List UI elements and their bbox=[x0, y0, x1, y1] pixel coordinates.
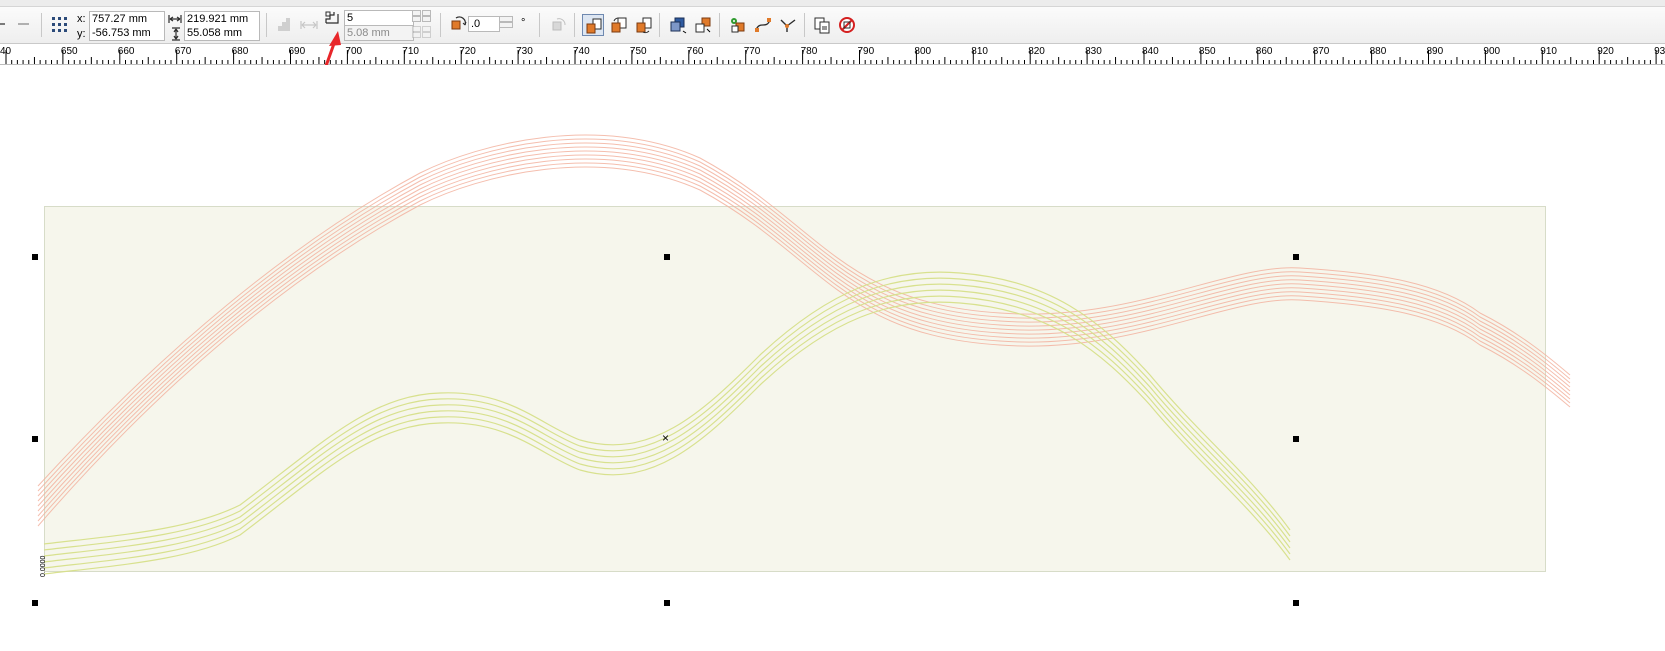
ruler-label: 670 bbox=[175, 46, 192, 57]
blend-steps-field[interactable]: 5 bbox=[344, 10, 414, 26]
orange-blend-curve bbox=[37, 154, 1571, 512]
orange-blend-curve bbox=[37, 146, 1571, 502]
ruler-label: 700 bbox=[345, 46, 362, 57]
ruler-label: 770 bbox=[744, 46, 761, 57]
x-label: x: bbox=[77, 13, 86, 25]
ruler-label: 830 bbox=[1085, 46, 1102, 57]
toolbar-separator bbox=[804, 13, 805, 37]
ruler-label: 810 bbox=[971, 46, 988, 57]
path-properties-icon[interactable] bbox=[752, 14, 774, 36]
ruler-label: 840 bbox=[1142, 46, 1159, 57]
object-color-acceleration-icon[interactable] bbox=[667, 14, 689, 36]
ruler-label: 40 bbox=[0, 46, 12, 57]
clear-blend-icon[interactable] bbox=[836, 14, 858, 36]
direct-blend-button[interactable] bbox=[582, 14, 604, 36]
offset-spinner-alt[interactable] bbox=[422, 26, 431, 40]
ruler-label: 660 bbox=[118, 46, 135, 57]
blend-acceleration-icon[interactable] bbox=[692, 14, 714, 36]
clockwise-blend-button[interactable] bbox=[608, 14, 630, 36]
ruler-label: 890 bbox=[1427, 46, 1444, 57]
property-bar: x: y: 757.27 mm -56.753 mm 219.921 mm 55… bbox=[0, 7, 1665, 44]
toolbar-separator bbox=[539, 13, 540, 37]
orange-blend-curve bbox=[37, 138, 1571, 492]
ruler-label: 650 bbox=[61, 46, 78, 57]
copy-blend-properties-icon[interactable] bbox=[811, 14, 833, 36]
toolbar-dash-icon bbox=[0, 23, 5, 25]
toolbar-separator bbox=[41, 13, 42, 37]
ruler-label: 910 bbox=[1540, 46, 1557, 57]
selection-handle[interactable] bbox=[1293, 254, 1299, 260]
ruler-label: 740 bbox=[573, 46, 590, 57]
ruler-label: 800 bbox=[914, 46, 931, 57]
toolbar-dash-icon bbox=[18, 23, 29, 25]
orange-blend-curve bbox=[37, 134, 1571, 487]
selection-handle[interactable] bbox=[1293, 436, 1299, 442]
ruler-label: 720 bbox=[459, 46, 476, 57]
start-end-properties-icon[interactable] bbox=[727, 14, 749, 36]
ruler-label: 780 bbox=[801, 46, 818, 57]
angle-spinner[interactable] bbox=[499, 16, 513, 30]
degree-symbol: ° bbox=[521, 17, 526, 29]
blend-direction-icon bbox=[448, 14, 470, 36]
ruler-label: 790 bbox=[858, 46, 875, 57]
ruler-label: 930 bbox=[1654, 46, 1665, 57]
rotation-center-mark[interactable]: × bbox=[662, 432, 669, 444]
ruler-label: 820 bbox=[1028, 46, 1045, 57]
blend-steps-disabled-icon[interactable] bbox=[273, 14, 295, 36]
more-blend-options-icon[interactable] bbox=[777, 14, 799, 36]
ruler-label: 870 bbox=[1313, 46, 1330, 57]
height-field[interactable]: 55.058 mm bbox=[184, 26, 260, 41]
x-position-field[interactable]: 757.27 mm bbox=[89, 11, 165, 27]
selection-handle[interactable] bbox=[664, 600, 670, 606]
selection-handle[interactable] bbox=[32, 254, 38, 260]
steps-spinner-alt[interactable] bbox=[422, 10, 431, 24]
ruler-label: 750 bbox=[630, 46, 647, 57]
ruler-label: 690 bbox=[289, 46, 306, 57]
toolbar-separator bbox=[266, 13, 267, 37]
ruler-label: 680 bbox=[232, 46, 249, 57]
toolbar-separator bbox=[659, 13, 660, 37]
y-label: y: bbox=[77, 28, 86, 40]
ruler-label: 730 bbox=[516, 46, 533, 57]
orange-blend-curve bbox=[37, 166, 1571, 527]
ruler-label: 760 bbox=[687, 46, 704, 57]
y-position-field[interactable]: -56.753 mm bbox=[89, 26, 165, 41]
ruler-label: 900 bbox=[1483, 46, 1500, 57]
selection-handle[interactable] bbox=[664, 254, 670, 260]
orange-blend-curve bbox=[37, 162, 1571, 522]
loop-blend-disabled-icon[interactable] bbox=[548, 14, 570, 36]
ruler-label: 710 bbox=[402, 46, 419, 57]
green-blend-curve bbox=[43, 271, 1291, 545]
toolbar-separator bbox=[440, 13, 441, 37]
blend-start-label: 0.0000 bbox=[40, 555, 47, 577]
ruler-label: 880 bbox=[1370, 46, 1387, 57]
width-field[interactable]: 219.921 mm bbox=[184, 11, 260, 27]
ruler-label: 920 bbox=[1597, 46, 1614, 57]
selection-handle[interactable] bbox=[1293, 600, 1299, 606]
blend-offset-field[interactable]: 5.08 mm bbox=[344, 26, 414, 41]
blend-curves[interactable] bbox=[0, 65, 1665, 651]
steps-spinner[interactable] bbox=[412, 10, 421, 24]
blend-angle-field[interactable]: .0 bbox=[468, 16, 500, 32]
ruler-ticks: 40 650 660 670 680 690 700 710 720 730 740 750 760 77… bbox=[0, 46, 1665, 64]
selection-handle[interactable] bbox=[32, 600, 38, 606]
ruler-label: 860 bbox=[1256, 46, 1273, 57]
offset-spinner[interactable] bbox=[412, 26, 421, 40]
toolbar-separator bbox=[719, 13, 720, 37]
orange-blend-curve bbox=[37, 150, 1571, 507]
toolbar-separator bbox=[574, 13, 575, 37]
object-origin-icon[interactable] bbox=[49, 14, 71, 36]
drawing-canvas[interactable]: × 0.0000 bbox=[0, 65, 1665, 651]
counterclockwise-blend-button[interactable] bbox=[633, 14, 655, 36]
ruler-label: 850 bbox=[1199, 46, 1216, 57]
selection-handle[interactable] bbox=[32, 436, 38, 442]
blend-steps-icon bbox=[323, 9, 341, 27]
horizontal-ruler[interactable]: 40 650 660 670 680 690 700 710 720 730 740 750 760 77… bbox=[0, 44, 1665, 65]
